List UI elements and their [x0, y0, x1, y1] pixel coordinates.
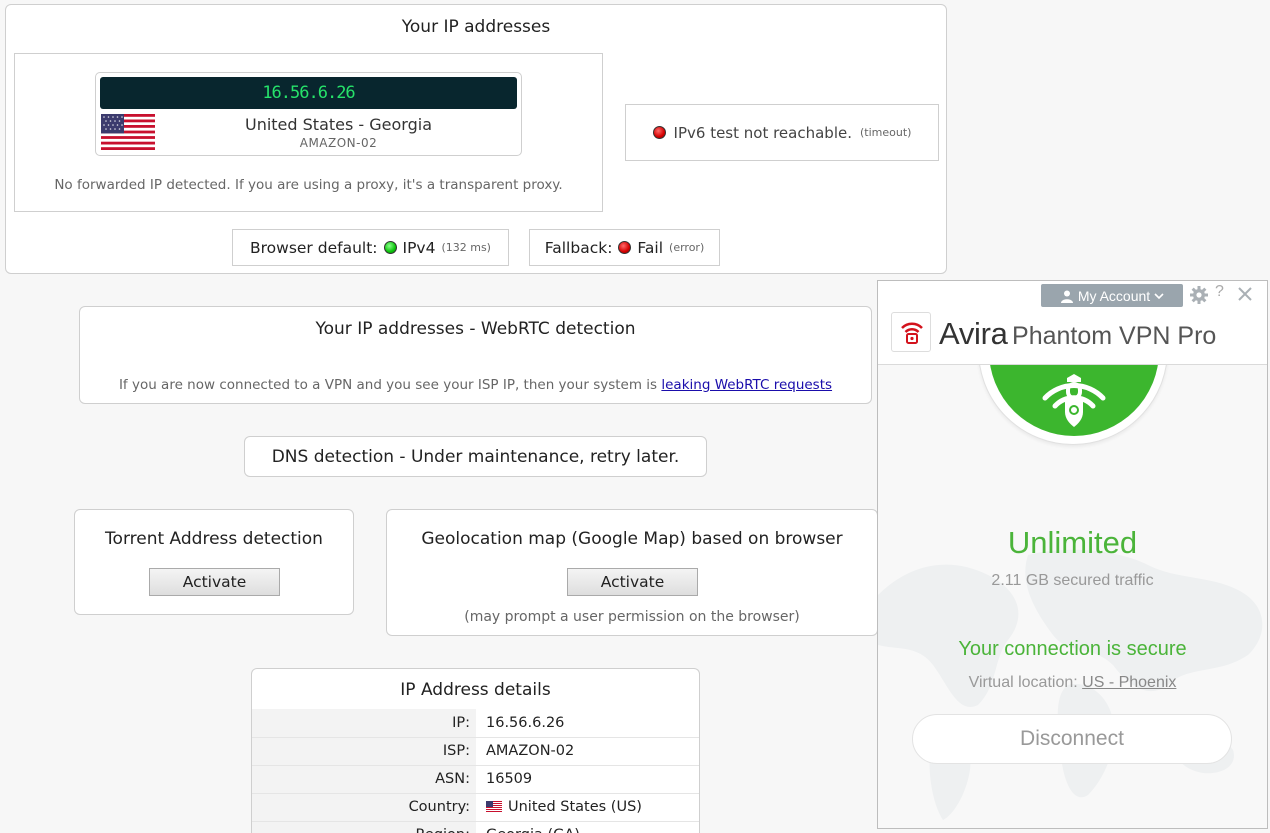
ipv4-box: 16.56.6.26 United States - Georgia AMAZO… — [14, 53, 603, 212]
virtual-location-label: Virtual location: — [968, 674, 1078, 691]
help-icon[interactable]: ? — [1215, 283, 1224, 301]
geolocation-panel: Geolocation map (Google Map) based on br… — [386, 509, 878, 636]
dns-panel: DNS detection - Under maintenance, retry… — [244, 436, 707, 477]
fallback-box: Fallback: Fail (error) — [529, 229, 720, 266]
ipv6-status-text: IPv6 test not reachable. — [673, 123, 852, 142]
ip-details-title: IP Address details — [400, 680, 551, 700]
detail-key: ISP: — [252, 737, 476, 766]
fallback-detail: (error) — [669, 241, 705, 254]
us-flag-icon — [486, 801, 502, 812]
torrent-panel: Torrent Address detection Activate — [74, 509, 354, 615]
webrtc-note-text: If you are now connected to a VPN and yo… — [118, 377, 662, 393]
plan-label: Unlimited — [1007, 525, 1138, 560]
product-name: Phantom VPN Pro — [1012, 322, 1217, 350]
detail-value: 16509 — [476, 764, 699, 794]
detail-key: Country: — [252, 792, 476, 822]
browser-default-detail: (132 ms) — [441, 241, 491, 254]
vpn-body: Unlimited 2.11 GB secured traffic Your c… — [878, 365, 1267, 828]
ip-isp: AMAZON-02 — [299, 136, 378, 150]
webrtc-leak-link[interactable]: leaking WebRTC requests — [661, 377, 832, 393]
vpn-header: My Account ? Avira Phantom VPN Pro — [878, 281, 1267, 365]
avira-vpn-window: My Account ? Avira Phantom VPN Pro Unlim… — [877, 280, 1268, 829]
forwarded-ip-note: No forwarded IP detected. If you are usi… — [54, 177, 563, 193]
chevron-down-icon — [1154, 292, 1164, 299]
vpn-toggle-ring[interactable] — [978, 365, 1168, 445]
browser-default-label: Browser default: — [250, 238, 378, 257]
my-account-button[interactable]: My Account — [1041, 284, 1183, 307]
torrent-activate-button[interactable]: Activate — [149, 568, 280, 596]
brand-name: Avira — [939, 316, 1008, 351]
detail-value: United States (US) — [508, 799, 642, 815]
detail-value-cell: United States (US) — [476, 792, 699, 822]
table-row: Country: United States (US) — [252, 792, 699, 822]
table-row: ISP: AMAZON-02 — [252, 737, 699, 766]
disconnect-button[interactable]: Disconnect — [912, 714, 1232, 764]
red-status-dot-icon — [652, 126, 666, 139]
webrtc-panel: Your IP addresses - WebRTC detection If … — [79, 306, 872, 404]
detail-key: ASN: — [252, 764, 476, 794]
ip-details-table: IP: 16.56.6.26 ISP: AMAZON-02 ASN: 16509… — [252, 709, 699, 833]
ip-location: United States - Georgia — [244, 115, 433, 134]
dns-status-text: DNS detection - Under maintenance, retry… — [271, 446, 680, 467]
geolocation-title: Geolocation map (Google Map) based on br… — [421, 529, 843, 549]
detail-key: Region: — [252, 821, 476, 833]
webrtc-title: Your IP addresses - WebRTC detection — [315, 319, 636, 339]
geolocation-activate-button[interactable]: Activate — [567, 568, 698, 596]
virtual-location-link[interactable]: US - Phoenix — [1082, 674, 1176, 691]
ipv4-display: 16.56.6.26 — [100, 77, 517, 109]
detail-value: AMAZON-02 — [476, 737, 699, 766]
table-row: Region: Georgia (GA) — [252, 821, 699, 833]
geolocation-note: (may prompt a user permission on the bro… — [464, 609, 800, 625]
table-row: ASN: 16509 — [252, 764, 699, 794]
webrtc-note: If you are now connected to a VPN and yo… — [80, 377, 871, 393]
traffic-label: 2.11 GB secured traffic — [991, 572, 1154, 589]
user-icon — [1060, 290, 1073, 303]
ip-details-panel: IP Address details IP: 16.56.6.26 ISP: A… — [251, 668, 700, 833]
gear-icon[interactable] — [1189, 285, 1209, 305]
red-status-dot-icon — [618, 241, 632, 254]
fallback-label: Fallback: — [544, 238, 613, 257]
avira-logo-icon — [891, 312, 931, 352]
browser-default-box: Browser default: IPv4 (132 ms) — [232, 229, 509, 266]
virtual-location: Virtual location: US - Phoenix — [878, 674, 1267, 692]
connection-status: Your connection is secure — [958, 638, 1187, 660]
browser-default-value: IPv4 — [402, 238, 436, 257]
my-account-label: My Account — [1077, 287, 1151, 304]
table-row: IP: 16.56.6.26 — [252, 709, 699, 738]
detail-value: Georgia (GA) — [476, 821, 699, 833]
us-flag-icon — [101, 114, 155, 150]
vpn-toggle-button[interactable] — [989, 365, 1159, 436]
detail-value: 16.56.6.26 — [476, 709, 699, 738]
ipv6-status-box: IPv6 test not reachable. (timeout) — [625, 104, 939, 161]
torrent-title: Torrent Address detection — [105, 529, 323, 549]
shield-wifi-icon — [1042, 374, 1106, 427]
fallback-value: Fail — [637, 238, 664, 257]
ip-card: 16.56.6.26 United States - Georgia AMAZO… — [95, 72, 522, 156]
green-status-dot-icon — [383, 241, 397, 254]
vpn-brand: Avira Phantom VPN Pro — [939, 316, 1216, 352]
close-icon[interactable] — [1236, 285, 1254, 303]
ip-panel-title: Your IP addresses — [401, 17, 551, 37]
detail-key: IP: — [252, 709, 476, 738]
ipv6-status-detail: (timeout) — [860, 126, 912, 139]
ip-addresses-panel: Your IP addresses 16.56.6.26 United Stat… — [5, 4, 947, 274]
